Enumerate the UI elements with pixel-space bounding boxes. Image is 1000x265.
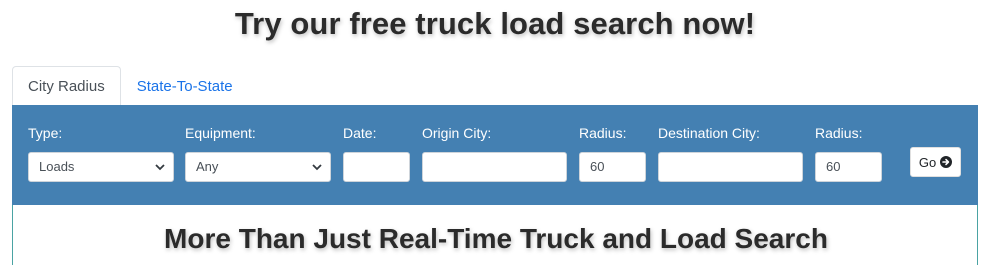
equipment-select[interactable]: Any	[185, 152, 331, 182]
type-label: Type:	[28, 125, 63, 141]
destination-city-input[interactable]	[658, 152, 803, 182]
chevron-down-icon	[155, 164, 165, 171]
destination-radius-label: Radius:	[815, 125, 863, 141]
search-panel: Type: Loads Equipment: Any Date: Origin …	[12, 105, 978, 205]
section-title: More Than Just Real-Time Truck and Load …	[164, 223, 828, 254]
search-tabs: City Radius State-To-State	[12, 66, 249, 106]
type-select-value: Loads	[39, 159, 75, 174]
tab-city-radius[interactable]: City Radius	[12, 66, 121, 106]
destination-radius-input[interactable]: 60	[815, 152, 882, 182]
chevron-down-icon	[312, 164, 322, 171]
origin-city-input[interactable]	[422, 152, 567, 182]
origin-city-label: Origin City:	[422, 125, 492, 141]
equipment-label: Equipment:	[185, 125, 256, 141]
go-button-label: Go	[918, 154, 937, 170]
tab-state-to-state[interactable]: State-To-State	[121, 66, 249, 106]
date-input[interactable]	[343, 152, 410, 182]
content-card: More Than Just Real-Time Truck and Load …	[12, 205, 978, 265]
date-label: Date:	[343, 125, 377, 141]
page-headline: Try our free truck load search now!	[234, 6, 756, 41]
destination-city-label: Destination City:	[658, 125, 760, 141]
go-button[interactable]: Go	[910, 147, 961, 177]
origin-radius-input[interactable]: 60	[579, 152, 646, 182]
origin-radius-label: Radius:	[579, 125, 627, 141]
equipment-select-value: Any	[196, 159, 219, 174]
arrow-circle-right-icon	[940, 156, 953, 168]
type-select[interactable]: Loads	[28, 152, 174, 182]
